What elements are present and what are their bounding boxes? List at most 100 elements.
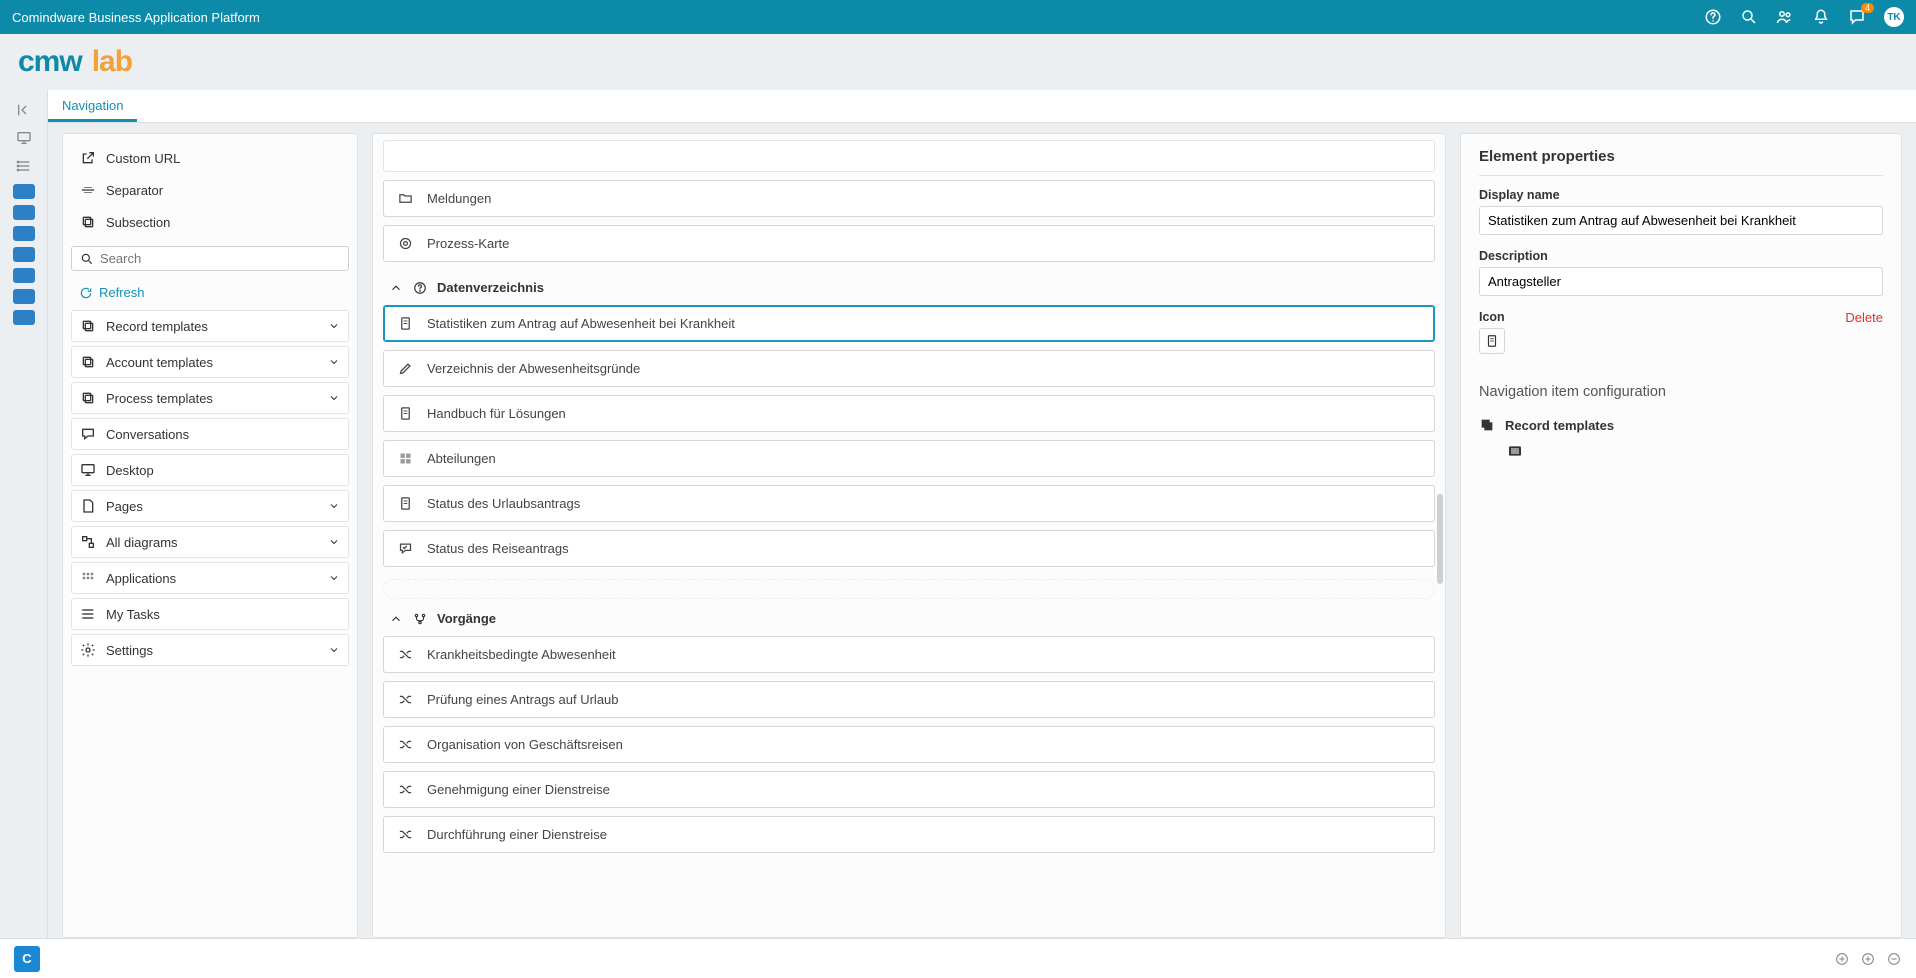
- rail-tasks-icon[interactable]: [12, 154, 36, 178]
- rail-chip-1[interactable]: [13, 184, 35, 199]
- copy-icon: [80, 390, 96, 406]
- rail-chip-4[interactable]: [13, 247, 35, 262]
- chevron-down-icon: [328, 536, 340, 548]
- zoom-out-icon[interactable]: [1886, 951, 1902, 967]
- nav-item-pruefung-urlaub[interactable]: Prüfung eines Antrags auf Urlaub: [383, 681, 1435, 718]
- cat-account-templates[interactable]: Account templates: [71, 346, 349, 378]
- shuffle-icon: [398, 737, 413, 752]
- nav-item-stat-krank[interactable]: Statistiken zum Antrag auf Abwesenheit b…: [383, 305, 1435, 342]
- rail-chip-7[interactable]: [13, 310, 35, 325]
- palette-label: Separator: [106, 183, 163, 198]
- brand-cmw: cmw: [18, 45, 82, 79]
- target-icon: [398, 236, 413, 251]
- nav-item-handbuch[interactable]: Handbuch für Lösungen: [383, 395, 1435, 432]
- shuffle-icon: [398, 827, 413, 842]
- palette-label: Subsection: [106, 215, 170, 230]
- rail-desktop-icon[interactable]: [12, 126, 36, 150]
- description-input[interactable]: [1479, 267, 1883, 296]
- nav-item-verzeichnis-gruende[interactable]: Verzeichnis der Abwesenheitsgründe: [383, 350, 1435, 387]
- icon-label: Icon: [1479, 310, 1505, 324]
- brand-row: cmw lab: [0, 34, 1916, 90]
- palette-panel: Custom URL Separator Subsection Refresh: [62, 133, 358, 938]
- config-child-list[interactable]: [1507, 438, 1883, 464]
- search-icon: [80, 252, 94, 266]
- shuffle-icon: [398, 692, 413, 707]
- diagram-icon: [80, 534, 96, 550]
- cat-desktop[interactable]: Desktop: [71, 454, 349, 486]
- config-record-templates[interactable]: Record templates: [1479, 412, 1883, 438]
- nav-item-abteilungen[interactable]: Abteilungen: [383, 440, 1435, 477]
- section-datenverzeichnis[interactable]: Datenverzeichnis: [383, 270, 1435, 305]
- folder-icon: [398, 191, 413, 206]
- shuffle-icon: [398, 647, 413, 662]
- nav-item-meldungen[interactable]: Meldungen: [383, 180, 1435, 217]
- chat-icon[interactable]: 4: [1848, 8, 1866, 26]
- copy-icon: [80, 318, 96, 334]
- comindware-badge[interactable]: C: [14, 946, 40, 972]
- rail-chip-3[interactable]: [13, 226, 35, 241]
- cat-settings[interactable]: Settings: [71, 634, 349, 666]
- cat-pages[interactable]: Pages: [71, 490, 349, 522]
- icon-picker[interactable]: [1479, 328, 1505, 354]
- rail-chip-5[interactable]: [13, 268, 35, 283]
- list-icon: [1507, 443, 1523, 459]
- notification-badge: 4: [1861, 3, 1874, 13]
- refresh-button[interactable]: Refresh: [71, 279, 349, 306]
- avatar[interactable]: TK: [1884, 7, 1904, 27]
- bottom-bar: C: [0, 938, 1916, 978]
- cat-my-tasks[interactable]: My Tasks: [71, 598, 349, 630]
- search-icon[interactable]: [1740, 8, 1758, 26]
- nav-item-status-reise[interactable]: Status des Reiseantrags: [383, 530, 1435, 567]
- refresh-icon: [79, 286, 93, 300]
- page-icon: [80, 498, 96, 514]
- properties-title: Element properties: [1479, 148, 1883, 176]
- chevron-down-icon: [328, 500, 340, 512]
- nav-item-prozess-karte[interactable]: Prozess-Karte: [383, 225, 1435, 262]
- rail-collapse-icon[interactable]: [12, 98, 36, 122]
- tab-navigation[interactable]: Navigation: [48, 90, 137, 122]
- delete-link[interactable]: Delete: [1845, 310, 1883, 325]
- rail-chip-2[interactable]: [13, 205, 35, 220]
- cat-process-templates[interactable]: Process templates: [71, 382, 349, 414]
- zoom-in-icon[interactable]: [1860, 951, 1876, 967]
- rail-chip-6[interactable]: [13, 289, 35, 304]
- palette-subsection[interactable]: Subsection: [71, 206, 349, 238]
- help-icon[interactable]: [1704, 8, 1722, 26]
- nav-item-genehmigung-dienstreise[interactable]: Genehmigung einer Dienstreise: [383, 771, 1435, 808]
- users-icon[interactable]: [1776, 8, 1794, 26]
- grid-icon: [398, 451, 413, 466]
- dropzone[interactable]: [383, 579, 1435, 599]
- branch-icon: [413, 612, 427, 626]
- nav-item-durchfuehrung-dienstreise[interactable]: Durchführung einer Dienstreise: [383, 816, 1435, 853]
- help-icon: [413, 281, 427, 295]
- bell-icon[interactable]: [1812, 8, 1830, 26]
- left-rail: [0, 90, 48, 938]
- zoom-fit-icon[interactable]: [1834, 951, 1850, 967]
- cat-record-templates[interactable]: Record templates: [71, 310, 349, 342]
- cat-conversations[interactable]: Conversations: [71, 418, 349, 450]
- app-title: Comindware Business Application Platform: [12, 10, 260, 25]
- refresh-label: Refresh: [99, 285, 145, 300]
- check-speech-icon: [398, 541, 413, 556]
- nav-item-status-urlaub[interactable]: Status des Urlaubsantrags: [383, 485, 1435, 522]
- search-box[interactable]: [71, 246, 349, 271]
- search-input[interactable]: [100, 251, 340, 266]
- shuffle-icon: [398, 782, 413, 797]
- palette-separator[interactable]: Separator: [71, 174, 349, 206]
- nav-item-krankheitsbed[interactable]: Krankheitsbedingte Abwesenheit: [383, 636, 1435, 673]
- edit-icon: [398, 361, 413, 376]
- cat-all-diagrams[interactable]: All diagrams: [71, 526, 349, 558]
- palette-custom-url[interactable]: Custom URL: [71, 142, 349, 174]
- section-vorgaenge[interactable]: Vorgänge: [383, 601, 1435, 636]
- doc-icon: [398, 316, 413, 331]
- display-name-input[interactable]: [1479, 206, 1883, 235]
- nav-item-organisation-reisen[interactable]: Organisation von Geschäftsreisen: [383, 726, 1435, 763]
- chevron-down-icon: [328, 320, 340, 332]
- scrollbar-thumb[interactable]: [1437, 494, 1443, 584]
- external-link-icon: [80, 150, 96, 166]
- nav-item-ghost[interactable]: [383, 140, 1435, 172]
- display-name-label: Display name: [1479, 188, 1883, 202]
- chevron-up-icon: [389, 281, 403, 295]
- cat-applications[interactable]: Applications: [71, 562, 349, 594]
- chevron-down-icon: [328, 392, 340, 404]
